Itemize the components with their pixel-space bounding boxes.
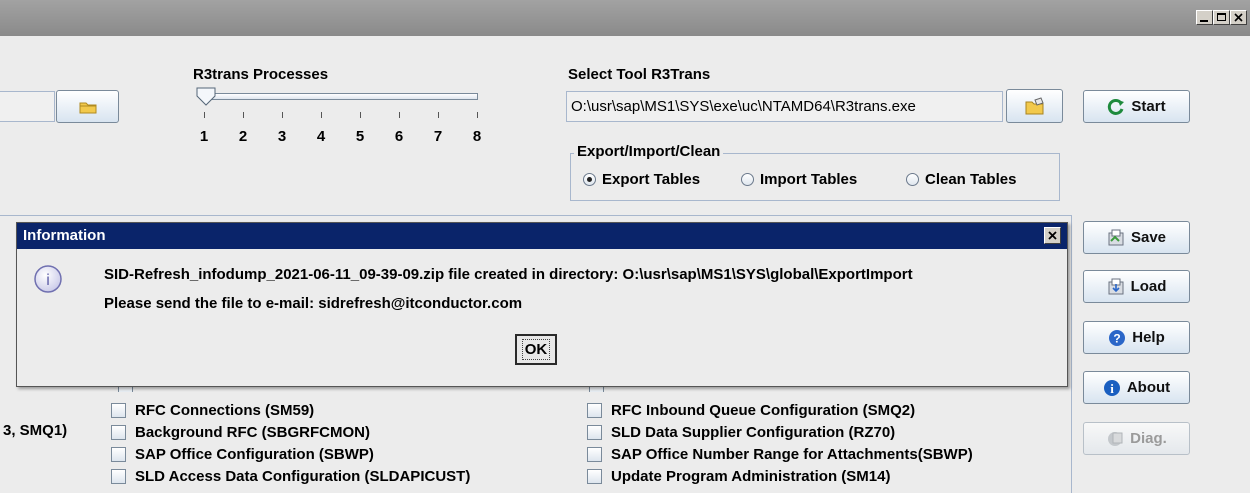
dialog-title: Information [17,223,1067,249]
select-tool-label: Select Tool R3Trans [568,66,711,83]
load-icon [1108,278,1124,294]
svg-text:i: i [1110,381,1114,396]
minimize-button[interactable] [1196,10,1213,25]
dialog-close-button[interactable] [1044,227,1061,244]
check-item[interactable]: RFC Connections (SM59) [111,399,581,421]
open-file-icon [1025,97,1044,115]
save-button[interactable]: Save [1083,221,1190,254]
information-icon: i [34,265,62,293]
load-button[interactable]: Load [1083,270,1190,303]
start-button[interactable]: Start [1083,90,1190,123]
radio-export-tables[interactable]: Export Tables [583,171,700,188]
start-label: Start [1131,98,1166,115]
tick-label: 1 [199,128,209,145]
checkbox[interactable] [111,402,126,418]
tick-label: 2 [238,128,248,145]
svg-text:i: i [46,272,50,289]
check-item[interactable]: SAP Office Number Range for Attachments(… [587,443,1067,465]
check-label: SAP Office Number Range for Attachments(… [611,445,973,463]
check-label: Update Program Administration (SM14) [611,467,891,485]
checkbox[interactable] [587,468,602,484]
checklist-col1: RFC Connections (SM59) Background RFC (S… [111,399,581,487]
radio-label: Import Tables [760,171,858,188]
checkbox[interactable] [587,402,602,418]
dialog-message-line1: SID-Refresh_infodump_2021-06-11_09-39-09… [104,266,913,283]
help-button[interactable]: ? Help [1083,321,1190,354]
checkbox[interactable] [111,424,126,440]
check-item[interactable]: Background RFC (SBGRFCMON) [111,421,581,443]
mode-group-title: Export/Import/Clean [574,143,724,160]
ok-label: OK [521,339,551,360]
about-button[interactable]: i About [1083,371,1190,404]
radio-clean-tables[interactable]: Clean Tables [906,171,1016,188]
left-partial-label: 3, SMQ1) [3,422,68,439]
radio-icon [741,173,754,186]
close-button[interactable] [1230,10,1247,25]
tick-label: 7 [433,128,443,145]
check-item[interactable]: SLD Data Supplier Configuration (RZ70) [587,421,1067,443]
check-label: SLD Data Supplier Configuration (RZ70) [611,423,896,441]
info-icon: i [1103,379,1120,396]
panel-border-right [1071,215,1072,493]
export-dir-field[interactable] [0,91,55,122]
tick-label: 4 [316,128,326,145]
check-item[interactable]: SAP Office Configuration (SBWP) [111,443,581,465]
close-icon [1234,13,1243,22]
processes-slider-thumb[interactable] [196,87,216,107]
folder-icon [79,102,96,113]
diag-button[interactable]: Diag. [1083,422,1190,455]
checkbox[interactable] [111,468,126,484]
help-label: Help [1132,329,1165,346]
tick-label: 8 [472,128,482,145]
close-icon [1048,231,1057,240]
processes-slider-track[interactable] [200,93,478,100]
help-icon: ? [1109,329,1126,346]
browse-dir-button[interactable] [56,90,119,123]
check-label: RFC Inbound Queue Configuration (SMQ2) [611,401,916,419]
dialog-message-line2: Please send the file to e-mail: sidrefre… [104,295,523,312]
tick-label: 5 [355,128,365,145]
svg-text:?: ? [1114,331,1121,345]
radio-icon [906,173,919,186]
radio-selected-icon [583,173,596,186]
checkbox[interactable] [111,446,126,462]
check-item[interactable]: RFC Inbound Queue Configuration (SMQ2) [587,399,1067,421]
diag-label: Diag. [1130,430,1167,447]
checklist-col2: RFC Inbound Queue Configuration (SMQ2) S… [587,399,1067,487]
r3trans-path-field[interactable]: O:\usr\sap\MS1\SYS\exe\uc\NTAMD64\R3tran… [566,91,1003,122]
save-label: Save [1130,229,1167,246]
radio-label: Clean Tables [925,171,1017,188]
r3trans-processes-label: R3trans Processes [193,66,329,83]
check-label: Background RFC (SBGRFCMON) [135,423,370,441]
information-dialog: Information i SID-Refresh_infodump_2021-… [16,222,1068,387]
browse-tool-button[interactable] [1006,89,1063,123]
radio-label: Export Tables [602,171,701,188]
save-icon [1108,229,1124,245]
about-label: About [1126,379,1171,396]
check-label: SAP Office Configuration (SBWP) [135,445,374,463]
refresh-icon [1108,98,1125,115]
check-label: SLD Access Data Configuration (SLDAPICUS… [135,467,471,485]
checkbox[interactable] [587,424,602,440]
panel-border [0,215,1072,216]
check-item[interactable]: SLD Access Data Configuration (SLDAPICUS… [111,465,581,487]
maximize-button[interactable] [1213,10,1230,25]
window-title-bar [0,0,1250,36]
ok-button[interactable]: OK [515,334,557,365]
radio-import-tables[interactable]: Import Tables [741,171,857,188]
checkbox[interactable] [587,446,602,462]
load-label: Load [1130,278,1167,295]
diag-icon [1108,431,1123,446]
tick-label: 6 [394,128,404,145]
tick-label: 3 [277,128,287,145]
check-label: RFC Connections (SM59) [135,401,315,419]
check-item[interactable]: Update Program Administration (SM14) [587,465,1067,487]
